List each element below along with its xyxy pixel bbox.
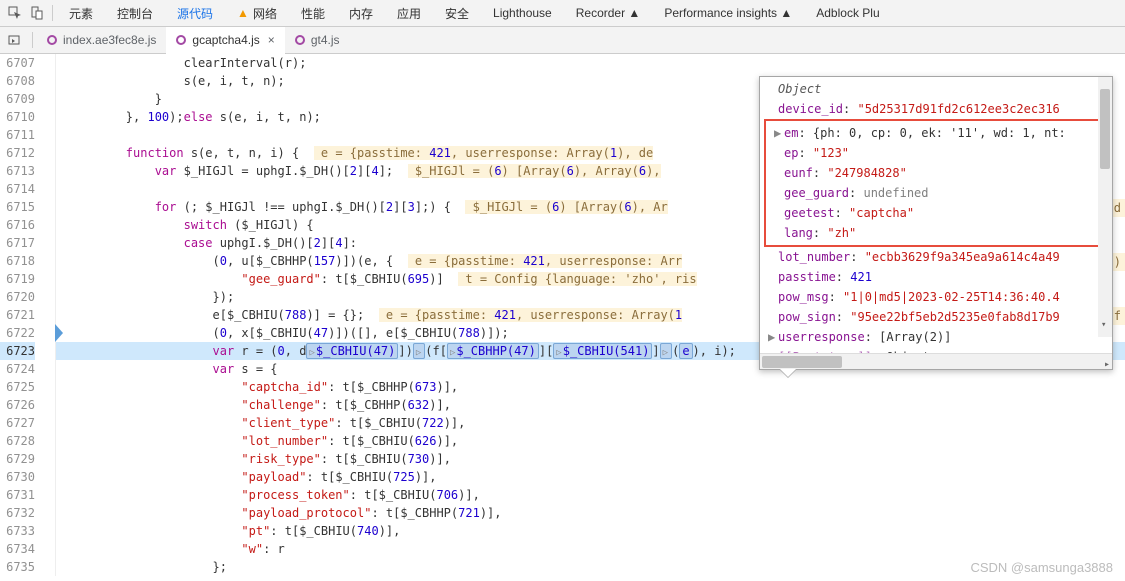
tab-Adblock Plu[interactable]: Adblock Plu xyxy=(804,0,891,27)
prop-row[interactable]: ▶userresponse: [Array(2)] xyxy=(760,327,1112,347)
prop-row[interactable]: pow_sign: "95ee22bf5eb2d5235e0fab8d17b9 xyxy=(760,307,1112,327)
main-tabs: 元素控制台源代码▲网络性能内存应用安全LighthouseRecorder ▲P… xyxy=(57,0,1121,27)
file-tabs: index.ae3fec8e.js gcaptcha4.js × gt4.js xyxy=(37,27,350,54)
watermark: CSDN @samsunga3888 xyxy=(970,560,1113,575)
tab-源代码[interactable]: 源代码 xyxy=(165,0,225,27)
line-number[interactable]: 6730 xyxy=(0,468,35,486)
expand-icon[interactable]: ▶ xyxy=(768,327,778,347)
separator xyxy=(52,5,53,21)
page-nav-icon[interactable] xyxy=(0,34,28,46)
line-number[interactable]: 6729 xyxy=(0,450,35,468)
code-line[interactable]: "process_token": t[$_CBHIU(706)], xyxy=(56,486,1125,504)
expand-icon[interactable]: ▶ xyxy=(774,123,784,143)
line-number[interactable]: 6727 xyxy=(0,414,35,432)
line-number[interactable]: 6726 xyxy=(0,396,35,414)
line-number[interactable]: 6733 xyxy=(0,522,35,540)
line-number[interactable]: 6717 xyxy=(0,234,35,252)
code-line[interactable]: "payload": t[$_CBHIU(725)], xyxy=(56,468,1125,486)
object-inspector-popup[interactable]: ▾ Object device_id: "5d25317d91fd2c612ee… xyxy=(759,76,1113,370)
line-number[interactable]: 6710 xyxy=(0,108,35,126)
line-number[interactable]: 6734 xyxy=(0,540,35,558)
highlighted-props: ▶em: {ph: 0, cp: 0, ek: '11', wd: 1, nt:… xyxy=(764,119,1108,247)
line-number[interactable]: 6731 xyxy=(0,486,35,504)
line-number[interactable]: 6720 xyxy=(0,288,35,306)
code-line[interactable]: "captcha_id": t[$_CBHHP(673)], xyxy=(56,378,1125,396)
tab-元素[interactable]: 元素 xyxy=(57,0,105,27)
line-number[interactable]: 6722 xyxy=(0,324,35,342)
line-number[interactable]: 6709 xyxy=(0,90,35,108)
line-gutter: 6707670867096710671167126713671467156716… xyxy=(0,54,56,576)
file-tab[interactable]: index.ae3fec8e.js xyxy=(37,27,166,54)
vscroll-thumb[interactable] xyxy=(1100,89,1110,169)
code-line[interactable]: "lot_number": t[$_CBHIU(626)], xyxy=(56,432,1125,450)
file-tab[interactable]: gt4.js xyxy=(285,27,350,54)
devtools-toolbar: 元素控制台源代码▲网络性能内存应用安全LighthouseRecorder ▲P… xyxy=(0,0,1125,27)
tab-内存[interactable]: 内存 xyxy=(337,0,385,27)
file-tab-label: gcaptcha4.js xyxy=(192,33,259,47)
line-number[interactable]: 6713 xyxy=(0,162,35,180)
code-editor: 6707670867096710671167126713671467156716… xyxy=(0,54,1125,581)
tab-网络[interactable]: ▲网络 xyxy=(225,0,289,27)
popup-header: Object xyxy=(760,79,1112,99)
line-number[interactable]: 6723 xyxy=(0,342,35,360)
hscroll-thumb[interactable] xyxy=(762,356,842,368)
prop-row[interactable]: ep: "123" xyxy=(766,143,1106,163)
inspect-icon[interactable] xyxy=(4,2,26,24)
line-number[interactable]: 6725 xyxy=(0,378,35,396)
file-tab-label: gt4.js xyxy=(311,33,340,47)
line-number[interactable]: 6716 xyxy=(0,216,35,234)
tab-Lighthouse[interactable]: Lighthouse xyxy=(481,0,564,27)
prop-row[interactable]: gee_guard: undefined xyxy=(766,183,1106,203)
line-number[interactable]: 6714 xyxy=(0,180,35,198)
prop-row[interactable]: ▶em: {ph: 0, cp: 0, ek: '11', wd: 1, nt: xyxy=(766,123,1106,143)
code-line[interactable]: clearInterval(r); xyxy=(56,54,1125,72)
tab-应用[interactable]: 应用 xyxy=(385,0,433,27)
js-file-icon xyxy=(295,35,305,45)
tab-性能[interactable]: 性能 xyxy=(289,0,337,27)
separator xyxy=(32,32,33,48)
code-line[interactable]: "w": r xyxy=(56,540,1125,558)
popup-hscroll[interactable]: ▸ xyxy=(760,353,1112,369)
close-icon[interactable]: × xyxy=(268,33,275,47)
prop-row[interactable]: eunf: "247984828" xyxy=(766,163,1106,183)
line-number[interactable]: 6724 xyxy=(0,360,35,378)
line-number[interactable]: 6721 xyxy=(0,306,35,324)
tab-Recorder ▲[interactable]: Recorder ▲ xyxy=(564,0,653,27)
warning-icon: ▲ xyxy=(237,6,249,20)
line-number[interactable]: 6735 xyxy=(0,558,35,576)
prop-row[interactable]: lot_number: "ecbb3629f9a345ea9a614c4a49 xyxy=(760,247,1112,267)
line-number[interactable]: 6732 xyxy=(0,504,35,522)
prop-row[interactable]: device_id: "5d25317d91fd2c612ee3c2ec316 xyxy=(760,99,1112,119)
file-tab-bar: index.ae3fec8e.js gcaptcha4.js × gt4.js xyxy=(0,27,1125,54)
code-line[interactable]: "risk_type": t[$_CBHIU(730)], xyxy=(56,450,1125,468)
file-tab-label: index.ae3fec8e.js xyxy=(63,33,156,47)
code-line[interactable]: "payload_protocol": t[$_CBHHP(721)], xyxy=(56,504,1125,522)
code-line[interactable]: "client_type": t[$_CBHIU(722)], xyxy=(56,414,1125,432)
popup-vscroll[interactable]: ▾ xyxy=(1098,77,1112,337)
prop-row[interactable]: lang: "zh" xyxy=(766,223,1106,243)
line-number[interactable]: 6711 xyxy=(0,126,35,144)
file-tab[interactable]: gcaptcha4.js × xyxy=(166,27,284,54)
tab-控制台[interactable]: 控制台 xyxy=(105,0,165,27)
prop-row[interactable]: pow_msg: "1|0|md5|2023-02-25T14:36:40.4 xyxy=(760,287,1112,307)
code-line[interactable]: "challenge": t[$_CBHHP(632)], xyxy=(56,396,1125,414)
tab-安全[interactable]: 安全 xyxy=(433,0,481,27)
device-icon[interactable] xyxy=(26,2,48,24)
code-line[interactable]: }; xyxy=(56,558,1125,576)
line-number[interactable]: 6712 xyxy=(0,144,35,162)
js-file-icon xyxy=(176,35,186,45)
js-file-icon xyxy=(47,35,57,45)
line-number[interactable]: 6708 xyxy=(0,72,35,90)
prop-row[interactable]: geetest: "captcha" xyxy=(766,203,1106,223)
line-number[interactable]: 6718 xyxy=(0,252,35,270)
arrow-right-icon[interactable]: ▸ xyxy=(1104,355,1110,375)
line-number[interactable]: 6707 xyxy=(0,54,35,72)
tab-Performance insights ▲[interactable]: Performance insights ▲ xyxy=(652,0,804,27)
arrow-down-icon[interactable]: ▾ xyxy=(1101,315,1106,335)
line-number[interactable]: 6728 xyxy=(0,432,35,450)
code-line[interactable]: "pt": t[$_CBHIU(740)], xyxy=(56,522,1125,540)
line-number[interactable]: 6719 xyxy=(0,270,35,288)
prop-row[interactable]: passtime: 421 xyxy=(760,267,1112,287)
line-number[interactable]: 6715 xyxy=(0,198,35,216)
